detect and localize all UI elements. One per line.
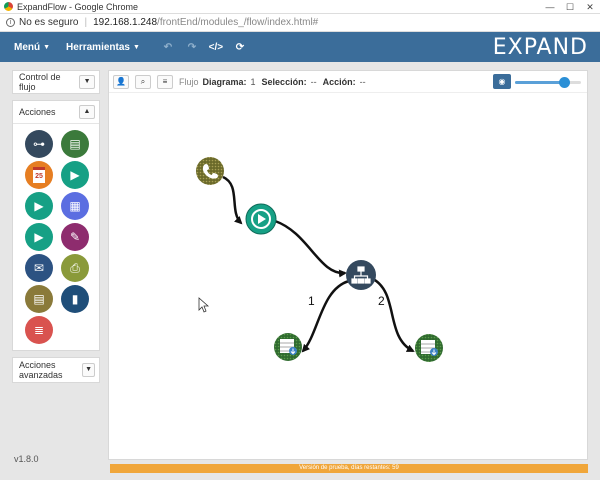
panel-actions: Acciones ▲ ⊶ ▤ 25 ▶ ▶ ▦ ▶ ✎ ✉ ⎙ ▤ ▮ ≣ [12, 100, 100, 351]
canvas-toolbar: 👤 ⌕ ≡ Flujo Diagrama: 1 Selección: -- Ac… [109, 71, 587, 93]
chevron-down-icon[interactable]: ▼ [79, 75, 95, 89]
footer: Versión de prueba, días restantes: 59 [0, 464, 600, 480]
flow-diagram[interactable]: 1 2 [109, 93, 587, 459]
flow-edge-branch-1[interactable] [301, 279, 350, 353]
close-icon[interactable]: ✕ [580, 0, 600, 14]
selection-value: -- [310, 76, 317, 87]
actions-palette: ⊶ ▤ 25 ▶ ▶ ▦ ▶ ✎ ✉ ⎙ ▤ ▮ ≣ [13, 123, 99, 350]
flow-edge-play-to-branch[interactable] [274, 219, 347, 278]
code-icon[interactable]: </> [204, 42, 228, 53]
calculator-icon: ▦ [69, 199, 81, 213]
address-separator: | [84, 17, 88, 28]
action-bar-chart-button[interactable]: ▮ [61, 285, 89, 313]
app-version: v1.8.0 [14, 454, 39, 464]
expand-logo: EXPAND [492, 35, 588, 60]
panel-actions-header[interactable]: Acciones ▲ [13, 101, 99, 123]
flow-edge-label-2: 2 [378, 294, 385, 308]
diagram-value: 1 [250, 76, 256, 87]
address-bar[interactable]: i No es seguro | 192.168.1.248 /frontEnd… [0, 14, 600, 32]
flow-canvas-panel: 👤 ⌕ ≡ Flujo Diagrama: 1 Selección: -- Ac… [108, 70, 588, 460]
flow-edge-label-1: 1 [308, 294, 315, 308]
table-icon: ▤ [33, 292, 45, 306]
chrome-icon [4, 2, 13, 11]
app-navbar: Menú ▼ Herramientas ▼ ↶ ↷ </> ⟳ EXPAND [0, 32, 600, 62]
calendar-icon: 25 [33, 167, 45, 183]
minimize-icon[interactable]: — [540, 0, 560, 14]
security-status: No es seguro [19, 17, 79, 28]
play-icon: ▶ [70, 168, 80, 182]
action-play-button[interactable]: ▶ [61, 161, 89, 189]
flow-label: Flujo [179, 76, 199, 87]
caret-down-icon: ▼ [43, 43, 51, 51]
zoom-slider-handle[interactable] [558, 77, 570, 88]
window-titlebar: ExpandFlow - Google Chrome — ☐ ✕ [0, 0, 600, 14]
info-icon[interactable]: i [6, 18, 15, 27]
action-printer-button[interactable]: ⎙ [61, 254, 89, 282]
refresh-icon[interactable]: ⟳ [228, 42, 252, 53]
maximize-icon[interactable]: ☐ [560, 0, 580, 14]
advanced-actions-label: Acciones avanzadas [19, 360, 63, 380]
flow-node-play[interactable] [245, 203, 277, 235]
flow-control-label: Control de flujo [19, 72, 61, 92]
action-calculator-button[interactable]: ▦ [61, 192, 89, 220]
window-controls: — ☐ ✕ [540, 0, 600, 14]
action-pencil-button[interactable]: ✎ [61, 223, 89, 251]
panel-flow-control-header[interactable]: Control de flujo ▼ [13, 71, 99, 93]
actions-grid: ⊶ ▤ 25 ▶ ▶ ▦ ▶ ✎ ✉ ⎙ ▤ ▮ ≣ [25, 130, 91, 344]
chevron-up-icon[interactable]: ▲ [79, 105, 95, 119]
tools-label: Herramientas [66, 41, 130, 53]
database-download-icon: ▤ [69, 137, 81, 151]
window-title: ExpandFlow - Google Chrome [17, 1, 139, 12]
flow-edge-start-to-play[interactable] [222, 175, 243, 225]
caret-down-icon: ▼ [132, 43, 140, 51]
panel-flow-control: Control de flujo ▼ [12, 70, 100, 94]
undo-icon[interactable]: ↶ [156, 42, 180, 53]
zoom-slider-fill [515, 81, 565, 84]
flow-node-database-2[interactable] [415, 334, 443, 362]
zoom-slider[interactable] [515, 77, 581, 88]
sidebar: Control de flujo ▼ Acciones ▲ ⊶ ▤ 25 ▶ ▶ ▦ ▶ ✎ ✉… [12, 70, 100, 389]
tools-dropdown[interactable]: Herramientas ▼ [66, 42, 140, 53]
bar-chart-icon: ▮ [71, 292, 79, 306]
action-document-button[interactable]: ≣ [25, 316, 53, 344]
hierarchy-icon: ⊶ [33, 137, 45, 151]
list-icon[interactable]: ≡ [157, 74, 173, 89]
action-value: -- [359, 76, 366, 87]
panel-advanced-actions-header[interactable]: Acciones avanzadas ▼ [13, 358, 99, 382]
flow-edge-branch-2[interactable] [372, 277, 415, 353]
main-area: Control de flujo ▼ Acciones ▲ ⊶ ▤ 25 ▶ ▶ ▦ ▶ ✎ ✉… [0, 62, 600, 464]
play-globe-icon: ▶ [34, 199, 44, 213]
panel-advanced-actions: Acciones avanzadas ▼ [12, 357, 100, 383]
url-path: /frontEnd/modules_/flow/index.html# [157, 17, 319, 28]
action-play-counter-button[interactable]: ▶ [25, 223, 53, 251]
menu-dropdown[interactable]: Menú ▼ [14, 42, 50, 53]
chevron-down-icon[interactable]: ▼ [82, 363, 95, 377]
flow-node-phone-start[interactable] [196, 157, 224, 185]
document-icon: ≣ [33, 323, 45, 337]
action-play-globe-button[interactable]: ▶ [25, 192, 53, 220]
flow-node-branch[interactable] [346, 260, 376, 290]
pencil-icon: ✎ [69, 230, 81, 244]
action-table-button[interactable]: ▤ [25, 285, 53, 313]
action-mail-button[interactable]: ✉ [25, 254, 53, 282]
play-counter-icon: ▶ [34, 230, 44, 244]
action-database-download-button[interactable]: ▤ [61, 130, 89, 158]
action-calendar-button[interactable]: 25 [25, 161, 53, 189]
user-icon[interactable]: 👤 [113, 74, 129, 89]
action-label: Acción: [322, 76, 356, 87]
actions-label: Acciones [19, 107, 56, 117]
printer-icon: ⎙ [70, 260, 80, 275]
flow-node-database-1[interactable] [274, 333, 302, 361]
mail-icon: ✉ [33, 261, 45, 275]
trial-banner: Versión de prueba, días restantes: 59 [110, 464, 588, 473]
diagram-label: Diagrama: [202, 76, 247, 87]
search-icon[interactable]: ⌕ [135, 74, 151, 89]
url-host: 192.168.1.248 [93, 17, 158, 28]
selection-label: Selección: [261, 76, 307, 87]
mouse-cursor-icon [198, 297, 210, 313]
zoom-reset-button[interactable]: ◉ [493, 74, 511, 89]
menu-label: Menú [14, 41, 41, 53]
action-hierarchy-button[interactable]: ⊶ [25, 130, 53, 158]
redo-icon[interactable]: ↷ [180, 42, 204, 53]
